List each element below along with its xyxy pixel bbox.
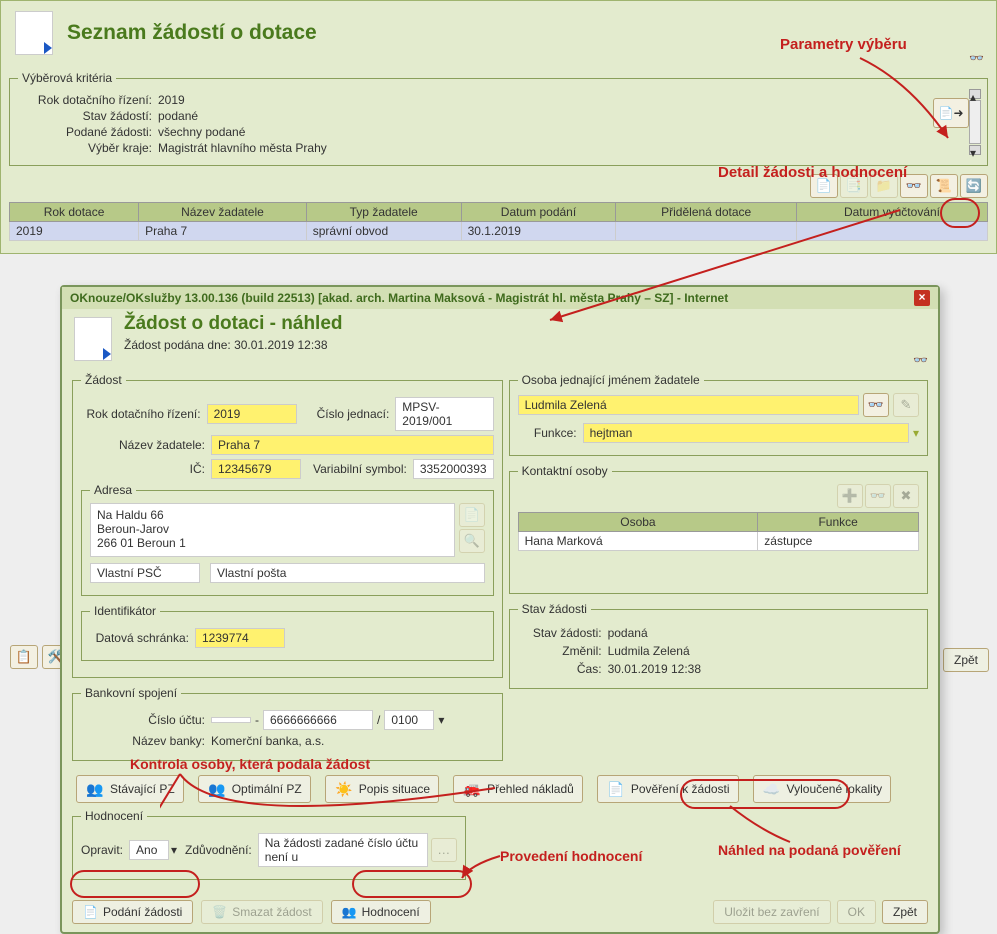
requests-table: Rok dotace Název žadatele Typ žadatele D… (9, 202, 988, 241)
kontakt-fieldset: Kontaktní osoby ➕ 👓 ✖ Osoba Funkce (509, 464, 928, 594)
osoba-name-field[interactable]: Ludmila Zelená (518, 395, 859, 415)
ucet-number[interactable]: 6666666666 (263, 710, 373, 730)
banka-name: Komerční banka, a.s. (211, 734, 324, 748)
osoba-edit-icon: ✎ (893, 393, 919, 417)
rok-field[interactable]: 2019 (207, 404, 297, 424)
back-button-outer[interactable]: Zpět (943, 648, 989, 672)
table-row[interactable]: 2019 Praha 7 správní obvod 30.1.2019 (10, 222, 988, 241)
glasses-icon: 👓 (913, 353, 928, 367)
opravit-select[interactable]: Ano (129, 840, 169, 860)
osoba-funkce[interactable]: hejtman (583, 423, 909, 443)
popis-situace-button[interactable]: ☀️Popis situace (325, 775, 439, 803)
close-icon[interactable]: × (914, 290, 930, 306)
grid-toolbar: 📄 📑 📁 👓 📜 🔄 (9, 174, 988, 198)
criteria-fieldset: Výběrová kritéria Rok dotačního řízení:2… (9, 71, 988, 166)
address-box: Na Haldu 66 Beroun-Jarov 266 01 Beroun 1 (90, 503, 455, 557)
stav-value: podaná (608, 626, 648, 640)
table-row[interactable]: Hana Marková zástupce (518, 532, 918, 551)
zpet-button[interactable]: Zpět (882, 900, 928, 924)
nazev-field[interactable]: Praha 7 (211, 435, 494, 455)
vs-field: 3352000393 (413, 459, 494, 479)
tool-scroll-icon[interactable]: 📜 (930, 174, 958, 198)
col-pridelena[interactable]: Přidělená dotace (616, 203, 797, 222)
modal-title: Žádost o dotaci - náhled (124, 313, 343, 335)
vlastni-psc[interactable]: Vlastní PSČ (90, 563, 200, 583)
kontakt-view-icon: 👓 (865, 484, 891, 508)
glasses-icon: 👓 (969, 51, 984, 65)
filter-params-button[interactable]: 📄➜ (933, 98, 969, 128)
delete-icon: 🗑️ (212, 905, 227, 919)
vlastni-posta[interactable]: Vlastní pošta (210, 563, 485, 583)
address-pick-icon: 🔍 (459, 529, 485, 553)
zadost-fieldset: Žádost Rok dotačního řízení: 2019 Číslo … (72, 373, 503, 678)
adresa-fieldset: Adresa Na Haldu 66 Beroun-Jarov 266 01 B… (81, 483, 494, 596)
smazat-zadost-button: 🗑️Smazat žádost (201, 900, 322, 924)
document-icon: 📄 (83, 905, 98, 919)
ident-fieldset: Identifikátor Datová schránka: 1239774 (81, 604, 494, 661)
people-icon: 👥 (342, 905, 357, 919)
prehled-nakladu-button[interactable]: 🚒Přehled nákladů (453, 775, 583, 803)
ucet-kod[interactable]: 0100 (384, 710, 434, 730)
osoba-view-icon[interactable]: 👓 (863, 393, 889, 417)
tool-refresh-icon[interactable]: 🔄 (960, 174, 988, 198)
tool-folder-icon: 📁 (870, 174, 898, 198)
zduvodneni-more-icon: … (431, 838, 457, 862)
stav-zmenil: Ludmila Zelená (608, 644, 690, 658)
stav-cas: 30.01.2019 12:38 (608, 662, 701, 676)
document-icon (74, 317, 112, 361)
col-datum[interactable]: Datum podání (461, 203, 616, 222)
submitted-date: Žádost podána dne: 30.01.2019 12:38 (124, 338, 343, 352)
detail-modal: OKnouze/OKslužby 13.00.136 (build 22513)… (60, 285, 940, 934)
optimalni-pz-button[interactable]: 👥Optimální PZ (198, 775, 311, 803)
page-title: Seznam žádostí o dotace (67, 21, 317, 45)
podani-zadosti-button[interactable]: 📄Podání žádosti (72, 900, 193, 924)
tool-detail-icon[interactable]: 👓 (900, 174, 928, 198)
tool-doc-icon[interactable]: 📄 (810, 174, 838, 198)
cislo-jednaci: MPSV-2019/001 (395, 397, 493, 431)
chevron-down-icon[interactable]: ▾ (438, 713, 444, 727)
ucet-prefix[interactable] (211, 717, 251, 723)
povereni-button[interactable]: 📄Pověření k žádosti (597, 775, 739, 803)
col-typ[interactable]: Typ žadatele (306, 203, 461, 222)
col-vyuctovani[interactable]: Datum vyúčtování (796, 203, 987, 222)
document-icon (15, 11, 53, 55)
vyloucene-lokality-button[interactable]: ☁️Vyloučené lokality (753, 775, 892, 803)
osoba-fieldset: Osoba jednající jménem žadatele Ludmila … (509, 373, 928, 456)
list-panel: Seznam žádostí o dotace 👓 Výběrová krité… (0, 0, 997, 254)
footer-doc-icon[interactable]: 📋 (10, 645, 38, 669)
chevron-down-icon[interactable]: ▾ (913, 426, 919, 440)
datova-schranka-field[interactable]: 1239774 (195, 628, 285, 648)
tool-stack-icon: 📑 (840, 174, 868, 198)
ulozit-button: Uložit bez zavření (713, 900, 830, 924)
chevron-down-icon[interactable]: ▾ (171, 843, 177, 857)
ok-button: OK (837, 900, 876, 924)
scroll-down-icon[interactable]: ▾ (969, 145, 981, 155)
hodnoceni-fieldset: Hodnocení Opravit: Ano ▾ Zdůvodnění: Na … (72, 809, 466, 880)
hodnoceni-button[interactable]: 👥Hodnocení (331, 900, 431, 924)
kontakt-add-icon: ➕ (837, 484, 863, 508)
col-nazev[interactable]: Název žadatele (139, 203, 307, 222)
ic-field[interactable]: 12345679 (211, 459, 301, 479)
window-title: OKnouze/OKslužby 13.00.136 (build 22513)… (70, 291, 728, 305)
bank-fieldset: Bankovní spojení Číslo účtu: - 666666666… (72, 686, 503, 761)
col-rok[interactable]: Rok dotace (10, 203, 139, 222)
kontakt-del-icon: ✖ (893, 484, 919, 508)
zduvodneni-field[interactable]: Na žádosti zadané číslo účtu není u (258, 833, 428, 867)
stav-fieldset: Stav žádosti Stav žádosti:podaná Změnil:… (509, 602, 928, 689)
criteria-legend: Výběrová kritéria (18, 71, 116, 85)
stavajici-pz-button[interactable]: 👥Stávající PZ (76, 775, 184, 803)
address-edit-icon: 📄 (459, 503, 485, 527)
